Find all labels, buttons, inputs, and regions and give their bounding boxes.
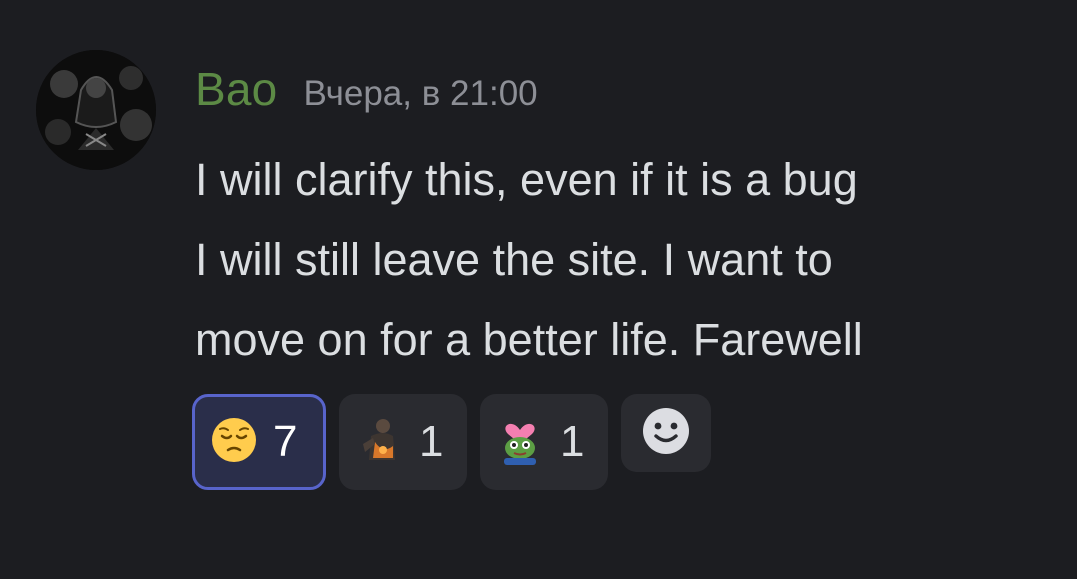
reaction-count: 1	[560, 417, 585, 466]
custom-pepe-heart-emoji	[494, 414, 546, 471]
message-line: I will clarify this, even if it is a bug	[195, 154, 858, 205]
message-content: I will clarify this, even if it is a bug…	[195, 140, 1055, 380]
reactions-bar: 7 1 1	[192, 394, 711, 490]
reaction-custom-pepe[interactable]: 1	[480, 394, 608, 490]
message-header: Bao Вчера, в 21:00	[195, 62, 538, 126]
author-name[interactable]: Bao	[195, 62, 277, 116]
message-timestamp: Вчера, в 21:00	[303, 74, 538, 113]
pensive-face-emoji	[209, 415, 259, 470]
avatar[interactable]	[36, 50, 156, 170]
reaction-custom-figure[interactable]: 1	[339, 394, 467, 490]
message-line: I will still leave the site. I want to	[195, 234, 833, 285]
reaction-pensive[interactable]: 7	[192, 394, 326, 490]
reaction-count: 7	[273, 417, 298, 466]
smiley-add-reaction-icon	[640, 405, 692, 462]
message-line: move on for a better life. Farewell	[195, 314, 863, 365]
add-reaction-button[interactable]	[621, 394, 711, 472]
custom-figure-emoji	[353, 414, 405, 471]
reaction-count: 1	[419, 417, 444, 466]
